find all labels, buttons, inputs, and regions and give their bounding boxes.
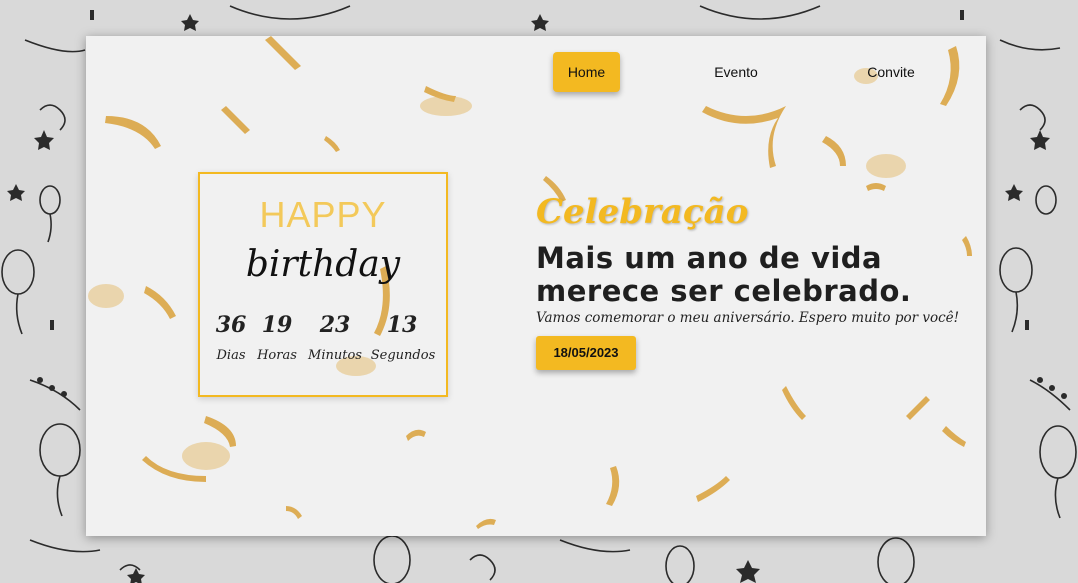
happy-title: HAPPY — [259, 194, 387, 235]
top-navigation: Home Evento Convite — [86, 52, 986, 92]
event-date-button[interactable]: 18/05/2023 — [536, 336, 636, 370]
nav-convite-link[interactable]: Convite — [861, 52, 921, 92]
nav-evento-link[interactable]: Evento — [706, 52, 766, 92]
minutes-label: Minutos — [308, 348, 362, 363]
hero-subtext: Vamos comemorar o meu aniversário. Esper… — [536, 310, 960, 326]
days-value: 36 — [215, 312, 247, 338]
nav-home-button[interactable]: Home — [553, 52, 620, 92]
seconds-value: 13 — [386, 312, 418, 338]
birthday-title: birthday — [245, 244, 401, 285]
birthday-countdown-card: HAPPY birthday 36 19 23 13 Dias Horas Mi… — [198, 172, 448, 397]
minutes-value: 23 — [319, 312, 351, 338]
hero-headline: Mais um ano de vida merece ser celebrado… — [536, 241, 912, 308]
seconds-label: Segundos — [370, 348, 436, 363]
main-card: Home Evento Convite HAPPY birthday 36 19… — [86, 36, 986, 536]
hours-value: 19 — [261, 312, 293, 338]
celebration-kicker: Celebração — [536, 192, 749, 232]
